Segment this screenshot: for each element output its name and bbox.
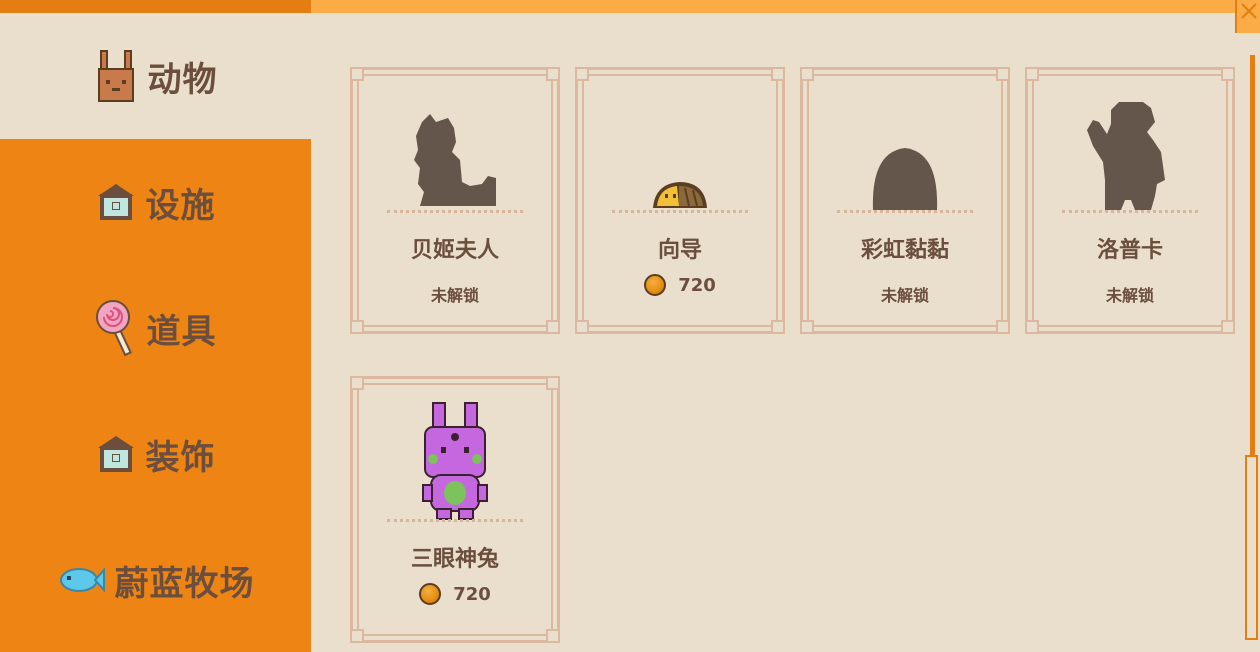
tab-label: 设施 (145, 185, 216, 226)
tab-decorations[interactable]: 装饰 (0, 391, 311, 517)
price-value: 720 (678, 274, 716, 296)
card-corner (350, 629, 364, 643)
card-divider (612, 210, 748, 213)
card-corner (350, 376, 364, 390)
locked-status: 未解锁 (1105, 286, 1154, 305)
tab-azure-ranch[interactable]: 蔚蓝牧场 (0, 517, 311, 643)
lollipop-icon (95, 297, 137, 359)
decoration-house-icon (96, 434, 136, 474)
bear-silhouette-icon (1028, 100, 1232, 212)
animal-card[interactable]: 向导 720 (575, 67, 785, 334)
locked-status: 未解锁 (880, 286, 929, 305)
animal-name: 贝姬夫人 (410, 238, 499, 263)
tab-label: 装饰 (145, 437, 216, 478)
card-corner (1221, 320, 1235, 334)
animal-card[interactable]: 贝姬夫人 未解锁 (350, 67, 560, 334)
card-corner (350, 67, 364, 81)
card-corner (546, 376, 560, 390)
card-corner (546, 67, 560, 81)
card-corner (1025, 320, 1039, 334)
tab-label: 动物 (147, 59, 218, 100)
cat-silhouette-icon (353, 100, 557, 212)
card-corner (575, 320, 589, 334)
card-corner (546, 320, 560, 334)
rabbit-icon (94, 48, 138, 104)
top-bar-left (0, 0, 311, 13)
card-corner (350, 320, 364, 334)
animal-name: 三眼神兔 (410, 547, 499, 572)
tab-label: 道具 (146, 311, 217, 352)
card-corner (800, 320, 814, 334)
animal-card[interactable]: 三眼神兔 720 (350, 376, 560, 643)
card-corner (1221, 67, 1235, 81)
animal-name: 向导 (657, 238, 702, 263)
fish-icon (57, 565, 105, 595)
shop-grid: 贝姬夫人 未解锁 向导 720 彩虹黏黏 未解锁 洛普卡 未解锁 三眼神兔 72… (311, 13, 1260, 652)
facility-house-icon (96, 182, 136, 222)
top-bar-right (311, 0, 1260, 13)
card-corner (771, 320, 785, 334)
three-eyed-rabbit-icon (353, 402, 557, 521)
tab-animals[interactable]: 动物 (0, 13, 311, 139)
price-tag[interactable]: 720 (353, 583, 557, 605)
price-tag[interactable]: 720 (578, 274, 782, 296)
card-corner (575, 67, 589, 81)
animal-card[interactable]: 彩虹黏黏 未解锁 (800, 67, 1010, 334)
locked-status: 未解锁 (430, 286, 479, 305)
coin-icon (419, 583, 442, 605)
animal-name: 洛普卡 (1096, 238, 1163, 263)
card-corner (1025, 67, 1039, 81)
card-divider (387, 210, 523, 213)
tab-facilities[interactable]: 设施 (0, 139, 311, 265)
scrollbar-thumb[interactable] (1245, 455, 1258, 640)
card-divider (837, 210, 973, 213)
card-corner (996, 67, 1010, 81)
tab-label: 蔚蓝牧场 (114, 563, 255, 604)
card-divider (387, 519, 523, 522)
category-sidebar: 动物 设施 道具 装饰 蔚蓝牧场 (0, 13, 311, 652)
slime-silhouette-icon (803, 100, 1007, 212)
tab-items[interactable]: 道具 (0, 265, 311, 391)
card-corner (546, 629, 560, 643)
card-corner (771, 67, 785, 81)
card-divider (1062, 210, 1198, 213)
guide-creature-icon (578, 100, 782, 212)
animal-name: 彩虹黏黏 (860, 238, 949, 263)
price-value: 720 (453, 583, 491, 605)
card-corner (800, 67, 814, 81)
coin-icon (644, 274, 667, 296)
animal-card[interactable]: 洛普卡 未解锁 (1025, 67, 1235, 334)
card-corner (996, 320, 1010, 334)
